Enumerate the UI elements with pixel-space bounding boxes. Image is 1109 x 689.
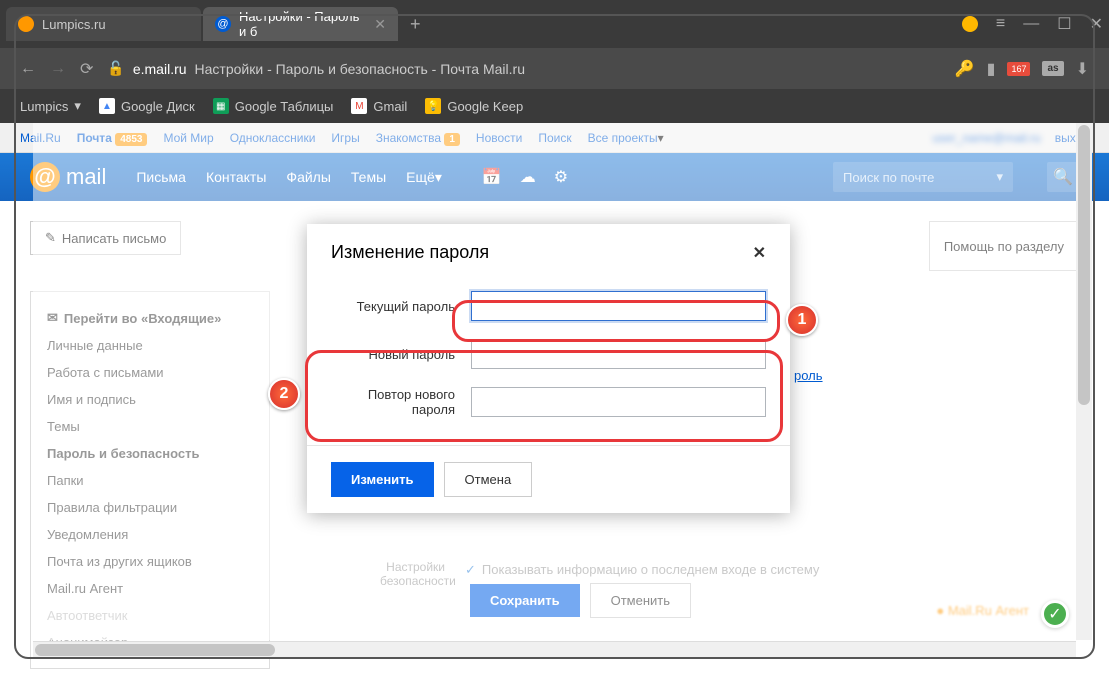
new-tab-button[interactable]: +	[400, 14, 431, 35]
tab-lumpics[interactable]: Lumpics.ru	[6, 7, 201, 41]
bookmarks-bar: Lumpics ▾ ▲Google Диск ▦Google Таблицы M…	[0, 89, 1109, 123]
submit-button[interactable]: Изменить	[331, 462, 434, 497]
repeat-password-label: Повтор нового пароля	[331, 387, 471, 417]
minimize-icon[interactable]: —	[1023, 15, 1039, 33]
new-password-label: Новый пароль	[331, 347, 471, 362]
notifications-badge[interactable]: 167	[1007, 62, 1030, 76]
bookmark-gmail[interactable]: MGmail	[351, 98, 407, 114]
gmail-icon: M	[351, 98, 367, 114]
tab-mailru-settings[interactable]: @ Настройки - Пароль и б ✕	[203, 7, 398, 41]
lock-icon: 🔓	[107, 60, 124, 77]
bookmark-gkeep[interactable]: 💡Google Keep	[425, 98, 523, 114]
key-icon[interactable]: 🔑	[955, 59, 975, 79]
reload-icon[interactable]: ⟳	[80, 59, 93, 79]
extension-icon[interactable]	[962, 16, 978, 32]
lastfm-icon[interactable]: as	[1042, 61, 1063, 76]
current-password-input[interactable]	[471, 291, 766, 321]
gdrive-icon: ▲	[99, 98, 115, 114]
chevron-down-icon: ▾	[74, 98, 81, 114]
bookmark-icon[interactable]: ▮	[987, 59, 996, 79]
favicon-icon	[18, 16, 34, 32]
bg-cancel-button[interactable]: Отменить	[590, 583, 691, 618]
maximize-icon[interactable]: ☐	[1057, 14, 1071, 34]
bg-settings-label: Настройки безопасности	[380, 560, 445, 588]
browser-tab-bar: Lumpics.ru @ Настройки - Пароль и б ✕ + …	[0, 0, 1109, 48]
repeat-password-input[interactable]	[471, 387, 766, 417]
back-icon[interactable]: ←	[20, 60, 36, 78]
bg-show-login: ✓Показывать информацию о последнем входе…	[465, 562, 819, 578]
download-icon[interactable]: ⬇	[1076, 59, 1089, 79]
bg-password-link: роль	[794, 368, 823, 383]
forward-icon[interactable]: →	[50, 60, 66, 78]
bg-save-button[interactable]: Сохранить	[470, 584, 580, 617]
bookmark-gdrive[interactable]: ▲Google Диск	[99, 98, 195, 114]
bookmark-gsheets[interactable]: ▦Google Таблицы	[213, 98, 334, 114]
gkeep-icon: 💡	[425, 98, 441, 114]
cancel-button[interactable]: Отмена	[444, 462, 533, 497]
url-host: e.mail.ru	[133, 61, 187, 77]
gsheets-icon: ▦	[213, 98, 229, 114]
modal-title: Изменение пароля	[331, 242, 489, 263]
bg-agent-link: ● Mail.Ru Агент	[936, 603, 1029, 618]
adguard-icon[interactable]: ✓	[1041, 600, 1069, 628]
bookmark-lumpics[interactable]: Lumpics ▾	[20, 98, 81, 114]
new-password-input[interactable]	[471, 339, 766, 369]
address-bar: ← → ⟳ 🔓 e.mail.ru Настройки - Пароль и б…	[0, 48, 1109, 89]
tab-title: Lumpics.ru	[42, 17, 106, 32]
url-path: Настройки - Пароль и безопасность - Почт…	[195, 61, 525, 77]
tab-title: Настройки - Пароль и б	[239, 9, 366, 39]
window-controls: ≡ — ☐ ✕	[962, 14, 1103, 34]
close-window-icon[interactable]: ✕	[1090, 14, 1103, 34]
favicon-icon: @	[215, 16, 231, 32]
change-password-modal: Изменение пароля ✕ Текущий пароль Новый …	[307, 224, 790, 513]
horizontal-scrollbar[interactable]	[33, 641, 1076, 657]
menu-icon[interactable]: ≡	[996, 15, 1005, 33]
annotation-badge-2: 2	[268, 378, 300, 410]
vertical-scrollbar[interactable]	[1076, 123, 1092, 640]
url-field[interactable]: 🔓 e.mail.ru Настройки - Пароль и безопас…	[107, 60, 940, 77]
current-password-label: Текущий пароль	[331, 299, 471, 314]
annotation-badge-1: 1	[786, 304, 818, 336]
close-tab-icon[interactable]: ✕	[374, 16, 386, 33]
modal-close-button[interactable]: ✕	[753, 243, 766, 263]
